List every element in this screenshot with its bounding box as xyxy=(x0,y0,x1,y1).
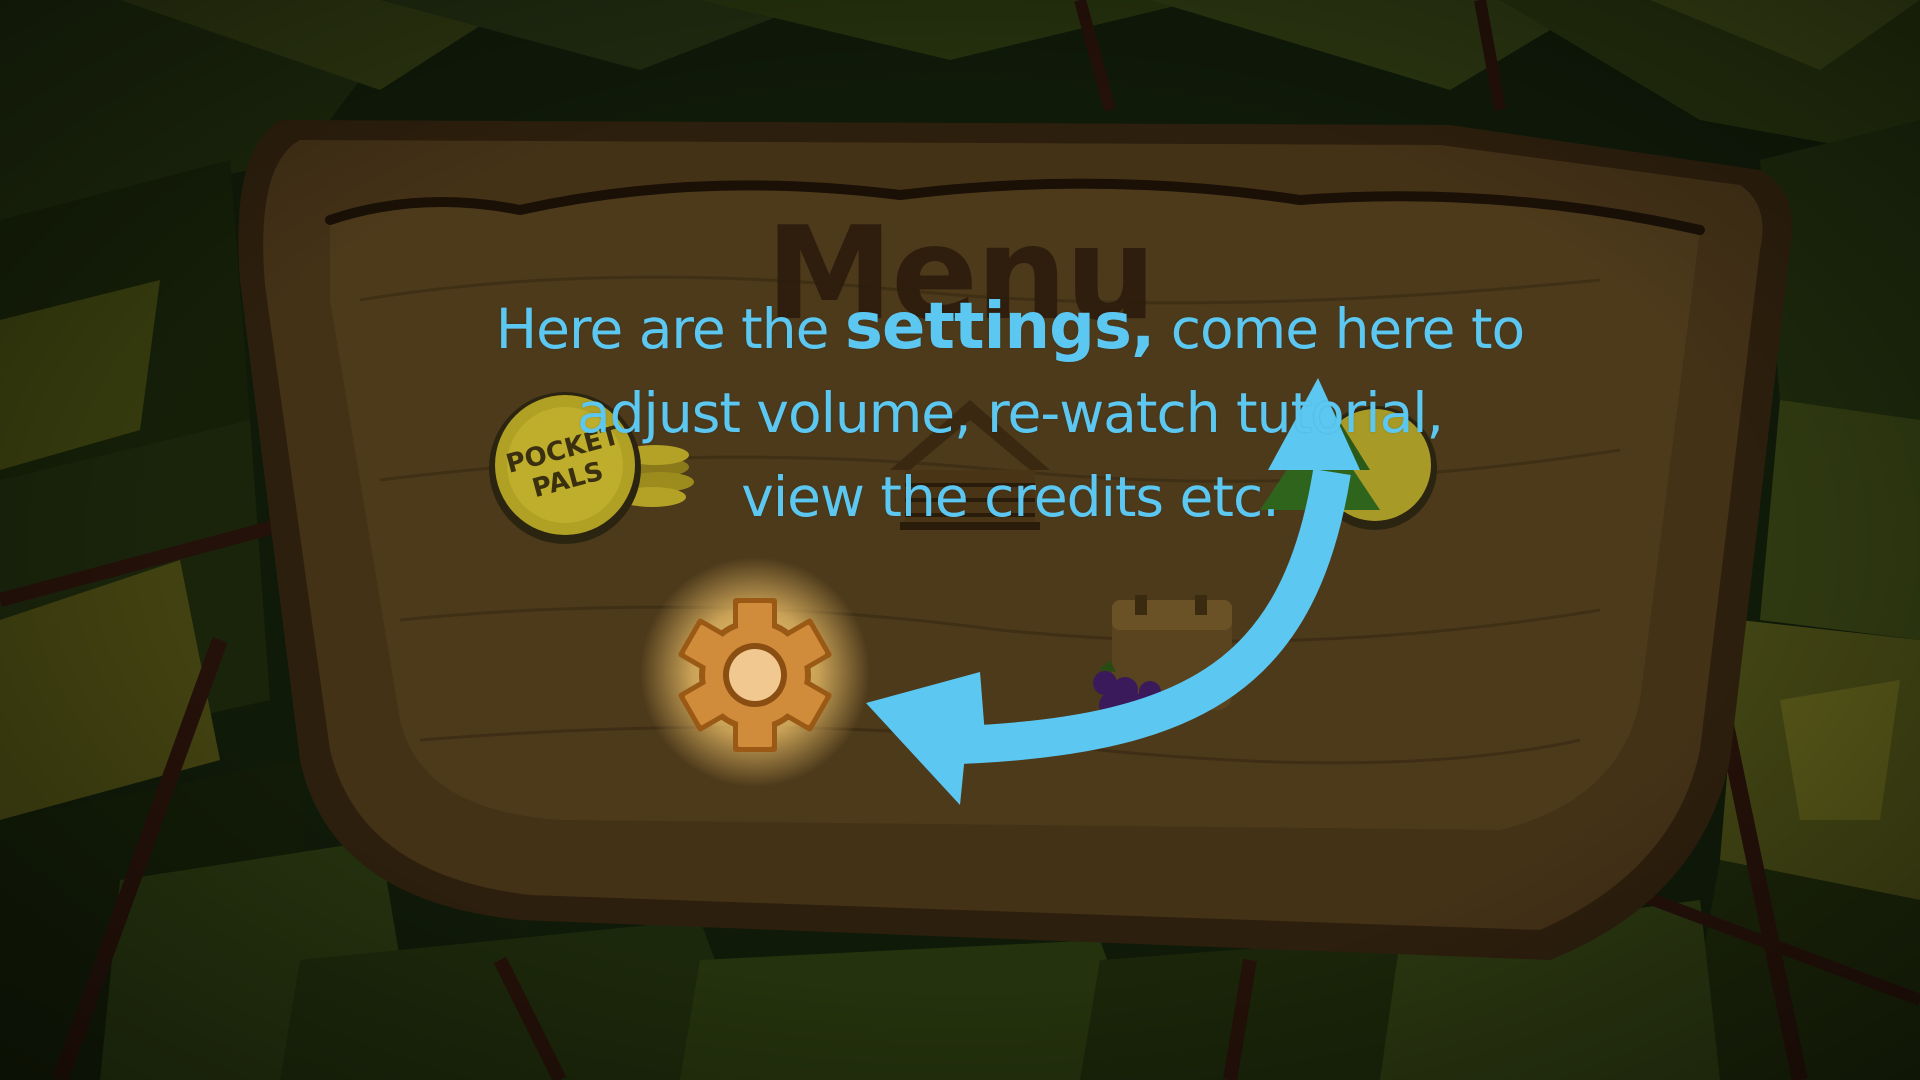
tutorial-line-1-after: come here to xyxy=(1154,297,1525,361)
vignette xyxy=(0,0,1920,1080)
tutorial-line-1-before: Here are the xyxy=(495,297,845,361)
tutorial-settings-highlight: settings, xyxy=(844,290,1155,364)
tutorial-line-1: Here are the settings, come here to xyxy=(380,285,1640,371)
tutorial-line-3: view the credits etc. xyxy=(741,465,1279,529)
game-scene: POCKET PALS xyxy=(0,0,1920,1080)
tutorial-line-2: adjust volume, re-watch tutorial, xyxy=(576,381,1444,445)
tutorial-text-box: Here are the settings, come here to adju… xyxy=(380,285,1640,539)
gear-icon xyxy=(678,598,832,752)
settings-button[interactable] xyxy=(640,557,870,787)
